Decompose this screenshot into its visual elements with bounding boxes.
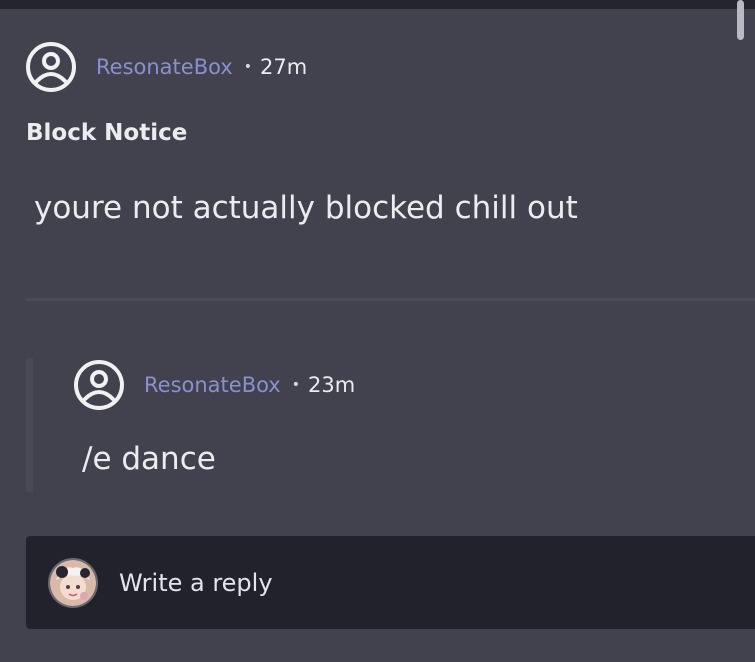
reply-author-link[interactable]: ResonateBox <box>144 373 281 397</box>
reply-header: ResonateBox • 23m <box>73 359 355 411</box>
separator-dot: • <box>291 377 300 393</box>
post-body: youre not actually blocked chill out <box>34 190 578 226</box>
user-circle-icon[interactable] <box>25 41 77 93</box>
top-strip <box>0 0 755 9</box>
divider <box>25 298 755 301</box>
post-title: Block Notice <box>26 120 188 146</box>
anime-avatar-icon <box>48 557 98 608</box>
reply-thread-line <box>26 358 33 492</box>
user-circle-icon[interactable] <box>73 359 125 411</box>
post-timestamp: 27m <box>260 55 308 79</box>
reply-input[interactable]: Write a reply <box>119 569 273 597</box>
scrollbar-thumb[interactable] <box>737 0 744 40</box>
post-author-link[interactable]: ResonateBox <box>96 55 233 79</box>
reply-composer[interactable]: Write a reply <box>26 536 755 629</box>
separator-dot: • <box>243 59 252 75</box>
reply-timestamp: 23m <box>308 373 356 397</box>
post-header: ResonateBox • 27m <box>25 41 307 93</box>
reply-body: /e dance <box>82 441 216 477</box>
